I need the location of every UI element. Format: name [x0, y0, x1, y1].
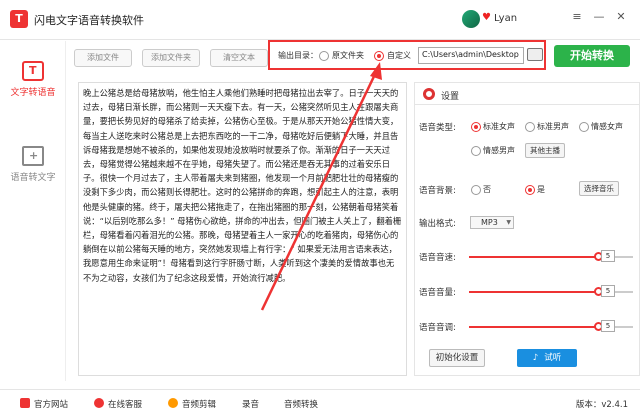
option-custom-label: 自定义: [387, 51, 411, 60]
output-directory-box: 输出目录： 原文件夹 自定义 C:\Users\admin\Desktop: [268, 40, 546, 70]
background-label: 语音背景:: [419, 186, 456, 196]
radio-standard-male[interactable]: [525, 122, 535, 132]
radio-emotional-female[interactable]: [579, 122, 589, 132]
listen-button[interactable]: ♪ 试听: [517, 349, 577, 367]
settings-title: 设置: [441, 92, 460, 102]
speed-slider[interactable]: [469, 256, 633, 258]
add-file-button[interactable]: 添加文件: [74, 49, 132, 67]
heart-icon: ♥: [482, 12, 491, 23]
sidebar: T 文字转语音 + 语音转文字: [0, 41, 66, 381]
user-avatar[interactable]: [462, 10, 480, 28]
text-to-speech-icon: T: [22, 61, 44, 81]
app-logo-icon: T: [10, 10, 28, 28]
minimize-icon[interactable]: —: [592, 10, 606, 23]
choose-music-button[interactable]: 选择音乐: [579, 181, 619, 196]
menu-icon[interactable]: ≡: [570, 10, 584, 23]
online-service-link[interactable]: 在线客服: [94, 398, 142, 410]
radio-source-folder[interactable]: [319, 51, 329, 61]
audio-convert-link[interactable]: 音频转换: [284, 398, 318, 410]
option-source-label: 原文件夹: [332, 51, 364, 60]
pitch-slider[interactable]: [469, 326, 633, 328]
sidebar-item-label: 语音转文字: [10, 173, 56, 183]
sidebar-item-label: 文字转语音: [10, 88, 56, 98]
voice-type-label: 语音类型:: [419, 123, 456, 133]
gear-icon: [423, 88, 435, 100]
official-site-label: 官方网站: [34, 400, 69, 410]
pitch-value[interactable]: 5: [601, 320, 615, 332]
radio-emotional-male[interactable]: [471, 146, 481, 156]
bg-option-label: 是: [537, 185, 545, 194]
sidebar-item-speech-to-text[interactable]: + 语音转文字: [0, 146, 66, 183]
settings-header: 设置: [415, 83, 640, 105]
add-folder-button[interactable]: 添加文件夹: [142, 49, 200, 67]
settings-panel: 设置 语音类型: 标准女声 标准男声 情感女声 情感男声 其他主播 语音背景: …: [414, 82, 640, 376]
folder-open-icon[interactable]: [527, 48, 543, 61]
clear-files-button[interactable]: 清空文本: [210, 49, 268, 67]
pitch-label: 语音音调:: [419, 323, 456, 333]
official-site-link[interactable]: 官方网站: [20, 398, 68, 410]
headphones-icon: ♪: [532, 353, 539, 363]
output-label: 输出目录：: [278, 51, 318, 60]
app-title: 闪电文字语音转换软件: [34, 14, 144, 27]
other-voice-button[interactable]: 其他主播: [525, 143, 565, 158]
output-path-input[interactable]: C:\Users\admin\Desktop: [418, 47, 524, 64]
title-bar: T 闪电文字语音转换软件 ♥ Lyan ≡ — ✕: [0, 0, 640, 40]
radio-standard-female[interactable]: [471, 122, 481, 132]
bottom-bar: 官方网站 在线客服 音频剪辑 录音 音频转换 版本：v2.4.1: [0, 389, 640, 418]
volume-label: 语音音量:: [419, 288, 456, 298]
voice-option-label: 情感男声: [483, 146, 515, 155]
listen-label: 试听: [544, 353, 562, 363]
user-name[interactable]: Lyan: [494, 13, 517, 24]
bg-option-label: 否: [483, 185, 491, 194]
speed-value[interactable]: 5: [601, 250, 615, 262]
close-icon[interactable]: ✕: [614, 10, 628, 23]
start-convert-button[interactable]: 开始转换: [554, 45, 630, 67]
audio-clip-icon: [168, 398, 178, 408]
speed-label: 语音音速:: [419, 253, 456, 263]
text-content-area[interactable]: 晚上公猪总是给母猪放哨，他生怕主人乘他们熟睡时把母猪拉出去宰了。日子一天天的过去…: [78, 82, 407, 376]
audio-clip-link[interactable]: 音频剪辑: [168, 398, 216, 410]
radio-bg-yes[interactable]: [525, 185, 535, 195]
record-link[interactable]: 录音: [242, 398, 259, 410]
service-icon: [94, 398, 104, 408]
radio-bg-no[interactable]: [471, 185, 481, 195]
online-service-label: 在线客服: [108, 400, 143, 410]
format-label: 输出格式:: [419, 219, 456, 229]
volume-slider[interactable]: [469, 291, 633, 293]
radio-custom-folder[interactable]: [374, 51, 384, 61]
voice-option-label: 标准男声: [537, 122, 569, 131]
website-icon: [20, 398, 30, 408]
version-label: 版本：v2.4.1: [575, 400, 628, 410]
volume-value[interactable]: 5: [601, 285, 615, 297]
reset-settings-button[interactable]: 初始化设置: [429, 349, 485, 367]
audio-clip-label: 音频剪辑: [182, 400, 217, 410]
voice-option-label: 情感女声: [591, 122, 623, 131]
sidebar-item-text-to-speech[interactable]: T 文字转语音: [0, 61, 66, 98]
speech-to-text-icon: +: [22, 146, 44, 166]
format-select[interactable]: MP3: [470, 216, 514, 229]
voice-option-label: 标准女声: [483, 122, 515, 131]
